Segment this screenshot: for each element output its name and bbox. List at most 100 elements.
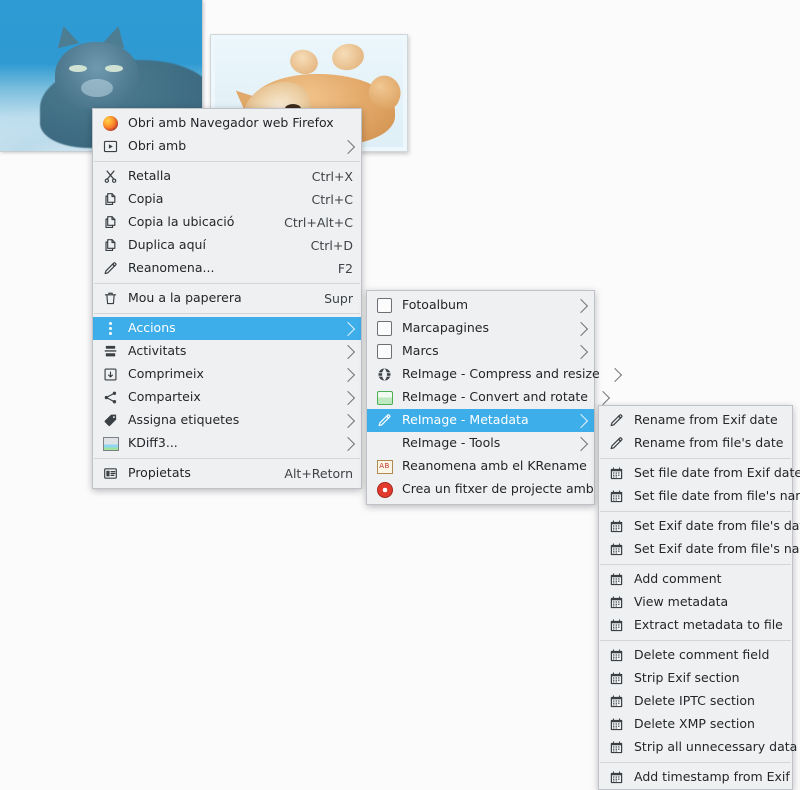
chevron-right-icon xyxy=(340,436,356,451)
menu-item-set-file-date-from-file-s-name[interactable]: Set file date from file's name xyxy=(599,485,800,508)
chevron-right-icon xyxy=(573,298,589,313)
kdiff3-icon xyxy=(102,435,119,452)
cut-icon xyxy=(102,168,119,185)
menu-separator xyxy=(600,762,791,763)
menu-item-duplica-aqu[interactable]: Duplica aquí Ctrl+D xyxy=(93,234,361,257)
menu-item-reimage-tools[interactable]: ReImage - Tools xyxy=(367,432,594,455)
menu-item-reimage-metadata[interactable]: ReImage - Metadata xyxy=(367,409,594,432)
menu-item-propietats[interactable]: Propietats Alt+Retorn xyxy=(93,462,361,485)
menu-item-label: Set Exif date from file's date xyxy=(634,518,800,534)
chevron-right-icon xyxy=(340,367,356,382)
menu-item-extract-metadata-to-file[interactable]: Extract metadata to file xyxy=(599,614,792,637)
menu-item-comparteix[interactable]: Comparteix xyxy=(93,386,361,409)
menu-item-label: Delete comment field xyxy=(634,647,770,663)
chevron-right-icon xyxy=(573,344,589,359)
menu-item-reimage-convert-and-rotate[interactable]: ReImage - Convert and rotate xyxy=(367,386,611,409)
menu-item-label: Reanomena... xyxy=(128,260,215,276)
menu-item-set-exif-date-from-file-s-name[interactable]: Set Exif date from file's name xyxy=(599,538,800,561)
menu-item-label: Rename from Exif date xyxy=(634,412,778,428)
menu-item-retalla[interactable]: Retalla Ctrl+X xyxy=(93,165,361,188)
menu-item-obri-amb-navegador-web-firefox[interactable]: Obri amb Navegador web Firefox xyxy=(93,112,361,135)
calendar-icon xyxy=(608,647,625,664)
menu-item-kdiff3[interactable]: KDiff3... xyxy=(93,432,361,455)
menu-item-marcapagines[interactable]: Marcapagines xyxy=(367,317,594,340)
menu-separator xyxy=(600,640,791,641)
menu-item-label: Comparteix xyxy=(128,389,201,405)
menu-item-label: Propietats xyxy=(128,465,191,481)
menu-item-label: Accions xyxy=(128,320,176,336)
copy-location-icon xyxy=(102,214,119,231)
menu-item-label: Marcs xyxy=(402,343,439,359)
menu-separator xyxy=(600,564,791,565)
calendar-icon xyxy=(608,693,625,710)
calendar-icon xyxy=(608,670,625,687)
cat-head xyxy=(54,42,140,111)
menu-item-shortcut: Ctrl+D xyxy=(310,238,353,253)
menu-separator xyxy=(94,313,360,314)
menu-item-obri-amb[interactable]: Obri amb xyxy=(93,135,361,158)
menu-item-label: Set Exif date from file's name xyxy=(634,541,800,557)
duplicate-icon xyxy=(102,237,119,254)
share-icon xyxy=(102,389,119,406)
menu-item-marcs[interactable]: Marcs xyxy=(367,340,594,363)
menu-item-strip-all-unnecessary-data[interactable]: Strip all unnecessary data xyxy=(599,736,797,759)
menu-item-delete-xmp-section[interactable]: Delete XMP section xyxy=(599,713,792,736)
no-icon xyxy=(376,435,393,452)
calendar-icon xyxy=(608,617,625,634)
menu-item-rename-from-file-s-date[interactable]: Rename from file's date xyxy=(599,432,792,455)
menu-item-label: ReImage - Compress and resize xyxy=(402,366,600,382)
menu-item-add-comment[interactable]: Add comment xyxy=(599,568,792,591)
tag-icon xyxy=(102,412,119,429)
menu-item-copia-la-ubicaci[interactable]: Copia la ubicació Ctrl+Alt+C xyxy=(93,211,361,234)
menu-item-crea-un-fitxer-de-projecte-amb-el-k3b[interactable]: Crea un fitxer de projecte amb el K3b xyxy=(367,478,637,501)
kitten-paw-right xyxy=(329,41,366,74)
menu-item-reanomena-amb-el-krename[interactable]: AB Reanomena amb el KRename xyxy=(367,455,594,478)
menu-item-label: Copia xyxy=(128,191,164,207)
properties-icon xyxy=(102,465,119,482)
menu-item-view-metadata[interactable]: View metadata xyxy=(599,591,792,614)
rename-pencil-icon xyxy=(102,260,119,277)
menu-item-set-file-date-from-exif-date[interactable]: Set file date from Exif date xyxy=(599,462,800,485)
reimage-metadata-submenu[interactable]: Rename from Exif date Rename from file's … xyxy=(598,405,800,790)
menu-item-reanomena[interactable]: Reanomena... F2 xyxy=(93,257,361,280)
menu-item-label: Marcapagines xyxy=(402,320,489,336)
menu-item-activitats[interactable]: Activitats xyxy=(93,340,361,363)
menu-item-reimage-compress-and-resize[interactable]: ReImage - Compress and resize xyxy=(367,363,622,386)
menu-item-label: Add timestamp from Exif xyxy=(634,769,790,785)
menu-item-strip-exif-section[interactable]: Strip Exif section xyxy=(599,667,792,690)
menu-item-delete-iptc-section[interactable]: Delete IPTC section xyxy=(599,690,792,713)
menu-item-add-timestamp-from-exif[interactable]: Add timestamp from Exif xyxy=(599,766,792,789)
calendar-icon xyxy=(608,739,625,756)
menu-item-label: Reanomena amb el KRename xyxy=(402,458,587,474)
menu-item-label: Mou a la paperera xyxy=(128,290,242,306)
actions-dots-icon xyxy=(102,320,119,337)
menu-item-label: Rename from file's date xyxy=(634,435,784,451)
calendar-icon xyxy=(608,541,625,558)
chevron-right-icon xyxy=(607,367,622,382)
menu-item-accions[interactable]: Accions xyxy=(93,317,361,340)
menu-item-label: ReImage - Metadata xyxy=(402,412,529,428)
menu-item-label: Retalla xyxy=(128,168,171,184)
menu-item-delete-comment-field[interactable]: Delete comment field xyxy=(599,644,792,667)
globe-icon xyxy=(376,366,393,383)
menu-item-mou-a-la-paperera[interactable]: Mou a la paperera Supr xyxy=(93,287,361,310)
menu-separator xyxy=(94,458,360,459)
menu-separator xyxy=(600,511,791,512)
menu-item-copia[interactable]: Copia Ctrl+C xyxy=(93,188,361,211)
menu-item-label: Strip all unnecessary data xyxy=(634,739,798,755)
menu-item-set-exif-date-from-file-s-date[interactable]: Set Exif date from file's date xyxy=(599,515,800,538)
menu-item-comprimeix[interactable]: Comprimeix xyxy=(93,363,361,386)
menu-item-shortcut: Ctrl+Alt+C xyxy=(284,215,353,230)
menu-item-label: Duplica aquí xyxy=(128,237,206,253)
menu-item-rename-from-exif-date[interactable]: Rename from Exif date xyxy=(599,409,792,432)
actions-submenu[interactable]: Fotoalbum Marcapagines Marcs ReImage - Comp… xyxy=(366,290,637,505)
file-context-menu[interactable]: Obri amb Navegador web Firefox Obri amb Re… xyxy=(92,108,362,489)
menu-item-shortcut: Ctrl+X xyxy=(311,169,353,184)
menu-item-label: Comprimeix xyxy=(128,366,204,382)
trash-icon xyxy=(102,290,119,307)
menu-item-fotoalbum[interactable]: Fotoalbum xyxy=(367,294,594,317)
chevron-right-icon xyxy=(340,390,356,405)
chevron-right-icon xyxy=(573,413,589,428)
menu-item-label: Assigna etiquetes xyxy=(128,412,240,428)
menu-item-assigna-etiquetes[interactable]: Assigna etiquetes xyxy=(93,409,361,432)
